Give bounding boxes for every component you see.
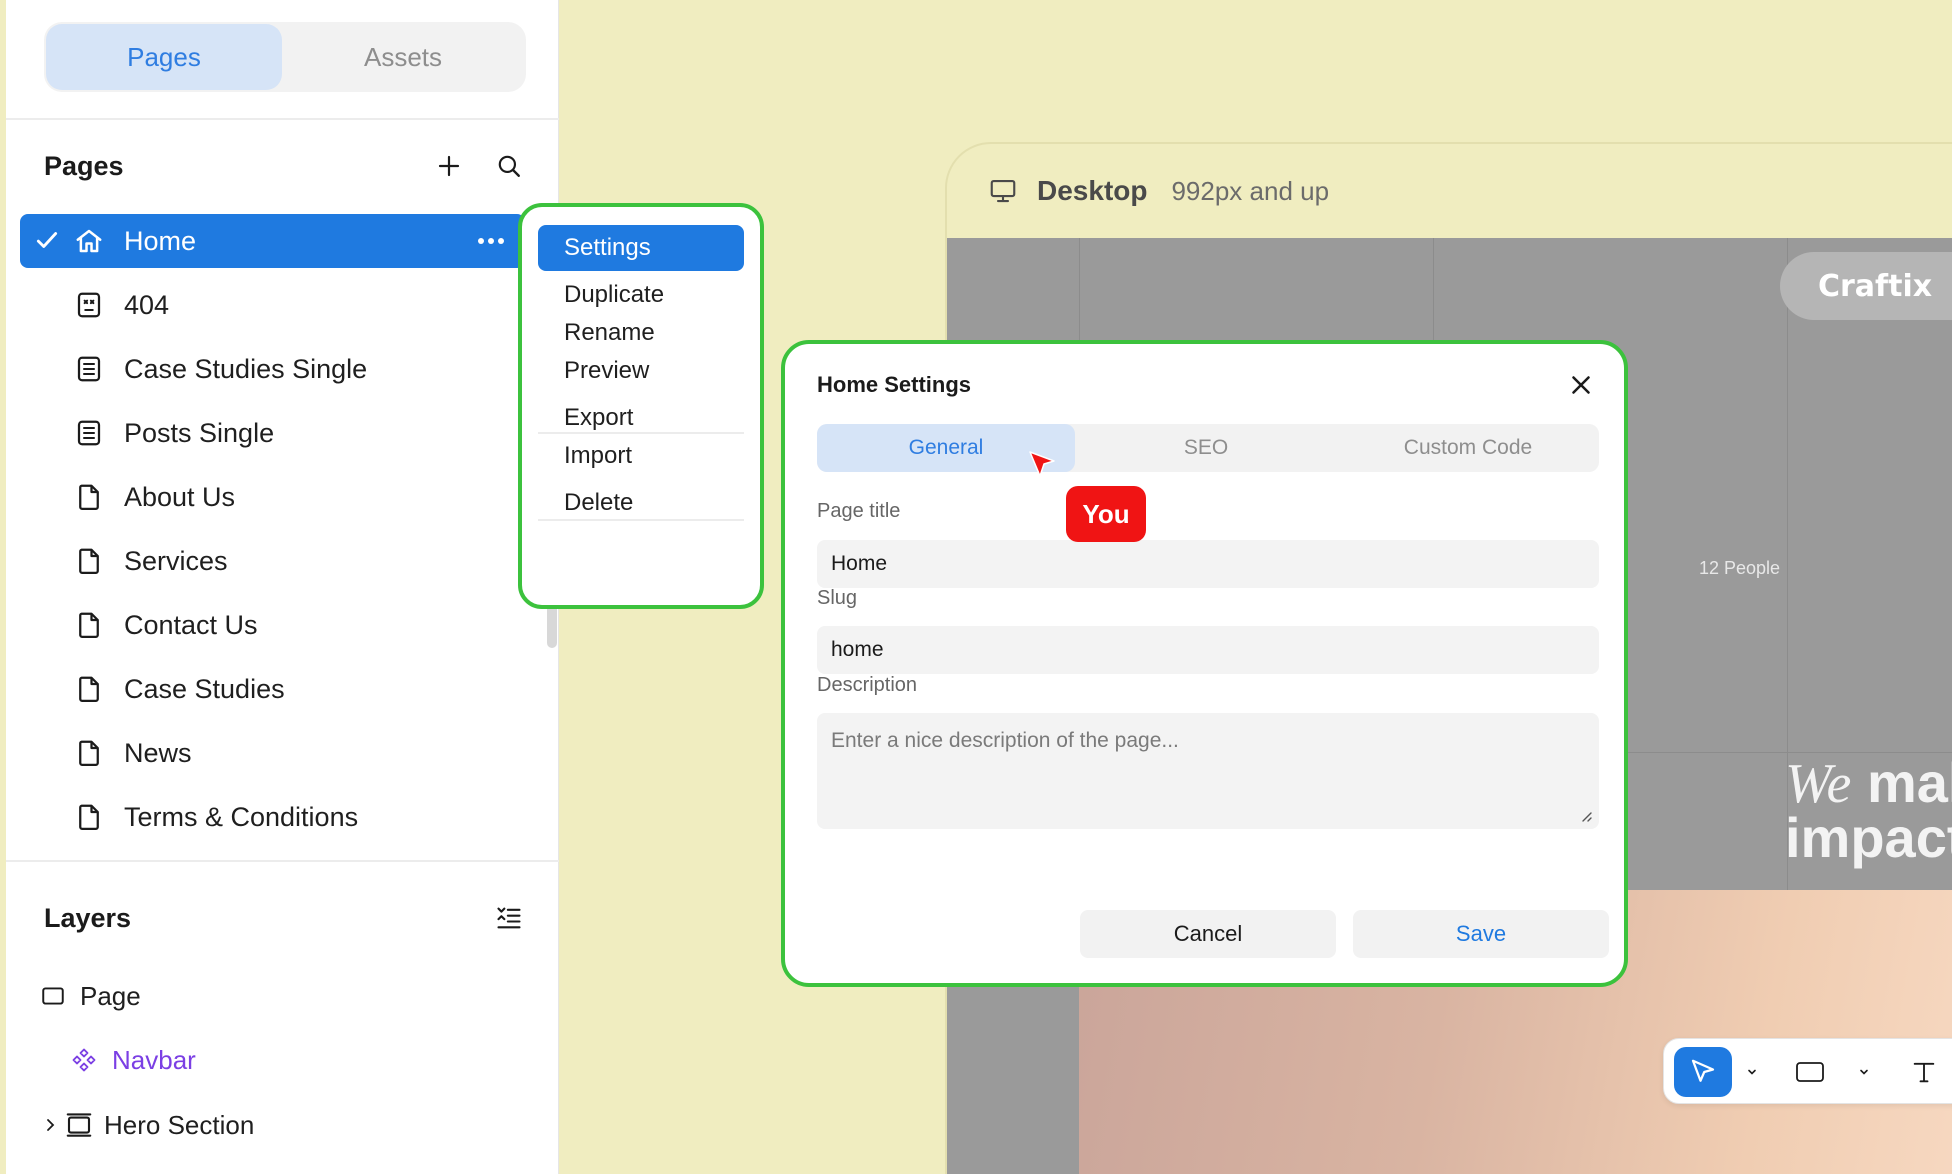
pointer-icon [1691,1059,1715,1082]
page-item-label: Posts Single [124,417,275,448]
brand-logo: Craftix [1780,252,1952,320]
collaborator-cursor-icon [1029,451,1055,477]
pages-section-title: Pages [44,150,124,181]
frame-tool-button[interactable] [1790,1047,1830,1097]
error-page-icon [77,292,101,318]
chevron-down-icon [1860,1069,1868,1075]
select-tool-button[interactable] [1674,1047,1732,1097]
menu-item-import[interactable]: Import [538,433,744,479]
page-item-label: Contact Us [124,609,258,640]
page-title-label: Page title [817,500,901,522]
page-item-services[interactable]: Services [20,534,525,588]
tab-assets[interactable]: Assets [282,24,524,90]
cancel-button[interactable]: Cancel [1080,910,1336,958]
breakpoint-title: Desktop [1037,175,1148,206]
breakpoint-subtitle: 992px and up [1171,175,1330,206]
chevron-right-icon[interactable] [44,1118,58,1132]
save-button[interactable]: Save [1353,910,1609,958]
hero-heading-line2: impact [1785,806,1952,869]
divider [6,118,559,120]
page-icon [79,484,99,510]
page-item-label: News [124,737,192,768]
page-context-menu: Settings Duplicate Rename Preview Export… [518,203,764,609]
text-icon [1913,1062,1935,1083]
slug-field[interactable]: home [817,626,1599,674]
page-icon [79,612,99,638]
check-icon [36,232,58,248]
people-count-text: 12 People [1699,558,1781,578]
canvas-toolbar [1663,1038,1952,1104]
page-item-posts-single[interactable]: Posts Single [20,406,525,460]
rectangle-icon [1796,1062,1824,1082]
layers-section-header: Layers [44,898,524,938]
collapse-list-icon[interactable] [494,903,524,933]
chevron-down-icon [1748,1069,1756,1075]
description-label: Description [817,674,918,696]
layer-page[interactable]: Page [40,976,141,1016]
template-page-icon [77,420,101,446]
breakpoint-header: Desktop 992px and up [947,144,1952,238]
menu-item-settings[interactable]: Settings [538,225,744,271]
collaborator-label: You [1066,486,1146,542]
page-item-label: About Us [124,481,236,512]
page-item-case-studies-single[interactable]: Case Studies Single [20,342,525,396]
layers-section-title: Layers [44,902,132,933]
page-item-home[interactable]: Home [20,214,525,268]
menu-item-delete[interactable]: Delete [538,480,744,526]
page-item-about-us[interactable]: About Us [20,470,525,524]
page-icon [79,676,99,702]
description-field[interactable]: Enter a nice description of the page... [817,713,1599,829]
layer-label: Navbar [112,1044,196,1075]
page-item-label: Case Studies Single [124,353,368,384]
section-icon [66,1113,92,1137]
sidebar-tabs: Pages Assets [44,22,526,92]
hero-heading-rest: mal [1866,751,1952,814]
page-item-terms-conditions[interactable]: Terms & Conditions [20,790,525,844]
slug-label: Slug [817,587,858,609]
page-item-label: 404 [124,289,170,320]
square-icon [42,987,64,1005]
select-tool-dropdown[interactable] [1744,1047,1760,1097]
component-icon [72,1048,96,1072]
frame-tool-dropdown[interactable] [1856,1047,1872,1097]
menu-item-preview[interactable]: Preview [538,348,744,394]
page-item-label: Services [124,545,228,576]
description-placeholder: Enter a nice description of the page... [831,729,1179,752]
tab-seo[interactable]: SEO [1075,424,1337,472]
home-icon [76,229,102,253]
search-icon[interactable] [494,151,524,181]
page-item-label: Case Studies [124,673,285,704]
page-settings-modal: Home Settings General SEO Custom Code Pa… [781,340,1628,987]
page-item-case-studies[interactable]: Case Studies [20,662,525,716]
page-icon [79,548,99,574]
page-title-field[interactable]: Home [817,540,1599,588]
pages-section-header: Pages [44,146,524,186]
layer-label: Page [80,980,141,1011]
resize-handle-icon[interactable] [1577,807,1593,823]
layer-navbar[interactable]: Navbar [70,1040,196,1080]
page-item-contact-us[interactable]: Contact Us [20,598,525,652]
desktop-icon [990,179,1016,203]
add-page-icon[interactable] [434,151,464,181]
more-options-icon[interactable] [473,228,509,254]
tab-custom-code[interactable]: Custom Code [1337,424,1599,472]
page-item-404[interactable]: 404 [20,278,525,332]
divider [6,860,559,862]
page-item-label: Home [124,225,197,256]
modal-title: Home Settings [817,372,972,397]
page-item-news[interactable]: News [20,726,525,780]
page-icon [79,804,99,830]
page-icon [79,740,99,766]
modal-tabs: General SEO Custom Code [817,424,1599,472]
tab-pages[interactable]: Pages [46,24,282,90]
layer-hero-section[interactable]: Hero Section [44,1105,254,1145]
text-tool-button[interactable] [1904,1047,1944,1097]
layer-label: Hero Section [104,1109,255,1140]
close-icon[interactable] [1566,370,1596,400]
left-sidebar: Pages Assets Pages Home 404 Case Studies… [6,0,559,1174]
template-page-icon [77,356,101,382]
page-item-label: Terms & Conditions [124,801,359,832]
hero-heading: We mal impact [1785,755,1952,869]
